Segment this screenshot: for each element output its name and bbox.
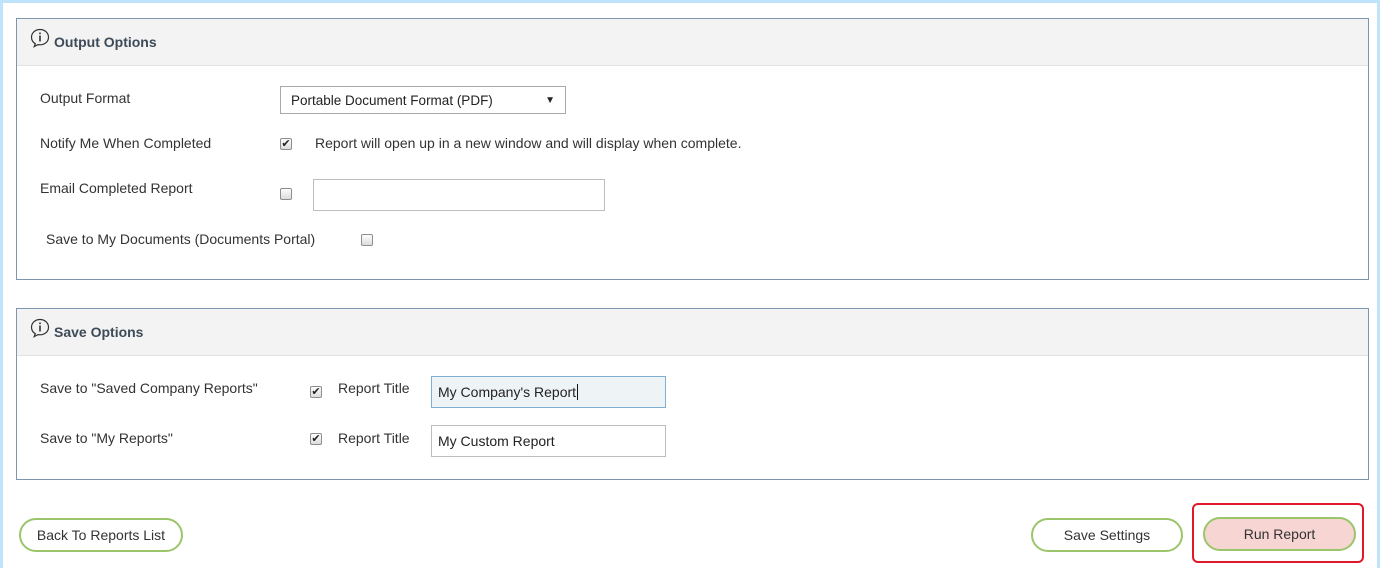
info-icon — [30, 318, 50, 338]
checkmark-icon: ✔ — [311, 385, 321, 398]
company-report-title-value: My Company's Report — [438, 384, 577, 400]
run-report-button[interactable]: Run Report — [1203, 517, 1356, 551]
save-documents-checkbox[interactable] — [361, 234, 373, 246]
save-my-reports-checkbox[interactable]: ✔ — [310, 433, 322, 445]
save-options-title: Save Options — [54, 324, 144, 340]
email-report-checkbox[interactable] — [280, 188, 292, 200]
output-options-header[interactable]: Output Options — [17, 19, 1368, 66]
output-format-select[interactable]: Portable Document Format (PDF) ▼ — [280, 86, 566, 114]
save-company-label: Save to "Saved Company Reports" — [40, 380, 258, 396]
notify-label: Notify Me When Completed — [40, 135, 212, 151]
info-icon — [30, 28, 50, 48]
output-format-value: Portable Document Format (PDF) — [291, 92, 493, 108]
my-reports-title-label: Report Title — [338, 430, 410, 446]
checkmark-icon: ✔ — [311, 432, 321, 445]
back-to-reports-button[interactable]: Back To Reports List — [19, 518, 183, 552]
email-report-label: Email Completed Report — [40, 180, 193, 196]
save-my-reports-label: Save to "My Reports" — [40, 430, 173, 446]
save-options-header[interactable]: Save Options — [17, 309, 1368, 356]
company-report-title-label: Report Title — [338, 380, 410, 396]
dropdown-arrow-icon: ▼ — [545, 95, 555, 106]
output-format-label: Output Format — [40, 90, 131, 106]
output-options-title: Output Options — [54, 34, 157, 50]
email-input[interactable] — [313, 179, 605, 211]
notify-checkbox[interactable]: ✔ — [280, 138, 292, 150]
save-company-checkbox[interactable]: ✔ — [310, 386, 322, 398]
text-caret — [577, 384, 579, 400]
notify-description: Report will open up in a new window and … — [315, 135, 742, 151]
save-documents-label: Save to My Documents (Documents Portal) — [46, 231, 316, 247]
my-reports-title-input[interactable]: My Custom Report — [431, 425, 666, 457]
checkmark-icon: ✔ — [281, 137, 291, 150]
save-settings-button[interactable]: Save Settings — [1031, 518, 1183, 552]
company-report-title-input[interactable]: My Company's Report — [431, 376, 666, 408]
